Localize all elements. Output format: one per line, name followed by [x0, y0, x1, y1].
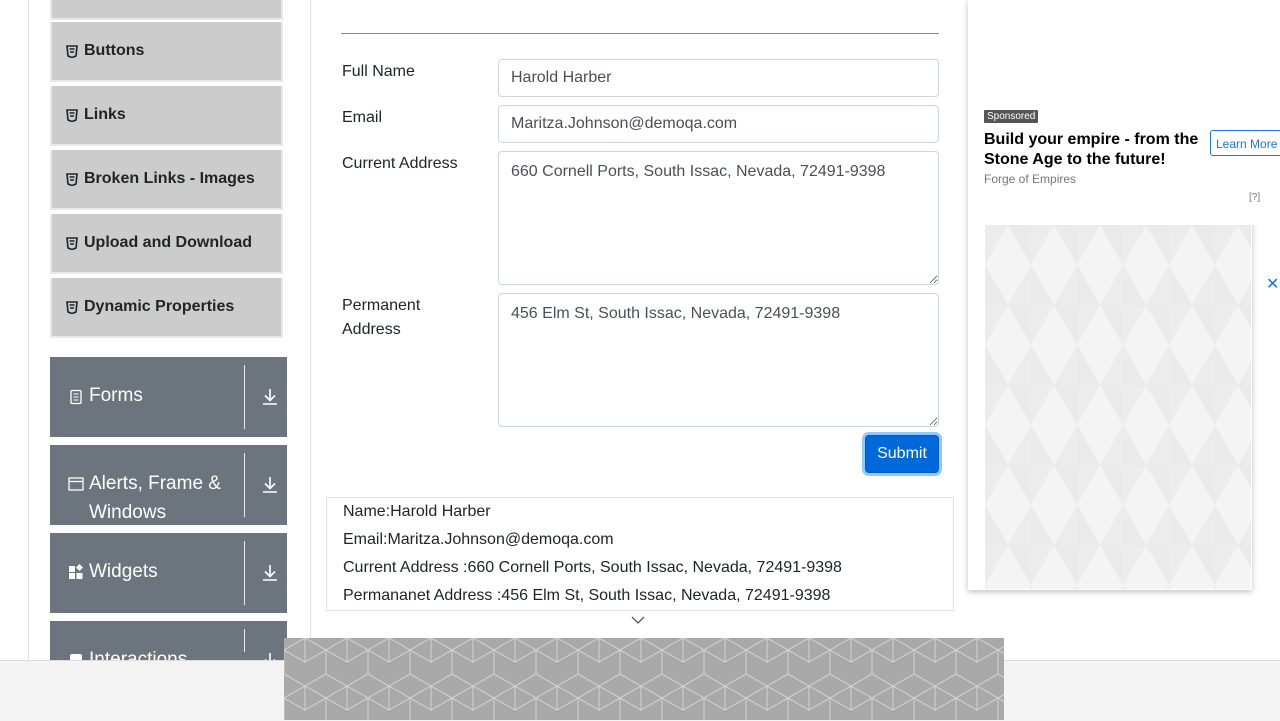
- document-icon: [68, 389, 84, 405]
- output-permanent-address: Permananet Address :456 Elm St, South Is…: [343, 587, 831, 604]
- download-icon[interactable]: [261, 387, 279, 407]
- sidebar-group-widgets[interactable]: Widgets: [50, 533, 287, 613]
- window-icon: [68, 476, 84, 492]
- close-icon[interactable]: ✕: [1266, 274, 1279, 294]
- ad-title[interactable]: Build your empire - from the Stone Age t…: [984, 130, 1204, 170]
- group-separator: [244, 541, 245, 605]
- sponsored-badge: Sponsored: [984, 110, 1039, 123]
- permanent-address-label-line1: Permanent: [342, 297, 421, 314]
- sidebar-group-forms[interactable]: Forms: [50, 357, 287, 437]
- sidebar-item-broken-links[interactable]: Broken Links - Images: [50, 150, 283, 210]
- sidebar-item-label: Upload and Download: [84, 234, 252, 251]
- sidebar-item-links[interactable]: Links: [50, 86, 283, 146]
- output-current-address: Current Address :660 Cornell Ports, Sout…: [343, 559, 842, 576]
- full-name-input[interactable]: [498, 59, 939, 97]
- group-label: Interactions: [89, 649, 188, 660]
- html5-icon: [66, 44, 78, 58]
- page-gutter-line: [28, 0, 29, 660]
- hex-pattern-image: [284, 638, 1004, 720]
- sidebar-group-interactions[interactable]: Interactions: [50, 621, 287, 660]
- ad-help-link[interactable]: [?]: [1249, 192, 1260, 203]
- group-label: Alerts, Frame &: [89, 473, 221, 494]
- full-name-label: Full Name: [342, 63, 415, 80]
- sidebar-item-dynamic-properties[interactable]: Dynamic Properties: [50, 278, 283, 338]
- group-separator: [244, 365, 245, 429]
- html5-icon: [66, 236, 78, 250]
- output-name: Name:Harold Harber: [343, 503, 491, 520]
- html5-icon: [66, 108, 78, 122]
- ad-background-pattern: [985, 225, 1251, 589]
- sidebar-divider: [310, 0, 311, 660]
- widgets-icon: [68, 563, 84, 580]
- email-input[interactable]: [498, 105, 939, 143]
- ad-source: Forge of Empires: [984, 172, 1077, 186]
- group-label-line2: Windows: [89, 502, 167, 523]
- group-label: Forms: [89, 385, 143, 406]
- group-label: Widgets: [89, 561, 158, 582]
- download-icon[interactable]: [261, 651, 279, 660]
- output-email: Email:Maritza.Johnson@demoqa.com: [343, 531, 614, 548]
- group-separator: [244, 453, 245, 517]
- permanent-address-textarea[interactable]: 456 Elm St, South Issac, Nevada, 72491-9…: [498, 293, 939, 427]
- sidebar-group-alerts[interactable]: Alerts, Frame & Windows: [50, 445, 287, 525]
- sidebar-item-label: Links: [84, 106, 126, 123]
- download-icon[interactable]: [261, 475, 279, 495]
- submit-button[interactable]: Submit: [865, 435, 939, 473]
- sidebar-item-label: Dynamic Properties: [84, 298, 235, 315]
- permanent-address-label: Permanent Address: [342, 294, 420, 342]
- sidebar-item-label: Broken Links - Images: [84, 170, 255, 187]
- form-header-divider: [341, 33, 939, 34]
- sidebar-item-label: Buttons: [84, 42, 145, 59]
- bottom-ad-banner[interactable]: [284, 638, 1004, 720]
- html5-icon: [66, 172, 78, 186]
- sidebar-item-upload-download[interactable]: Upload and Download: [50, 214, 283, 274]
- email-label: Email: [342, 109, 383, 126]
- permanent-address-label-line2: Address: [342, 321, 401, 338]
- chevron-down-icon[interactable]: [630, 613, 646, 625]
- interactions-icon: [68, 652, 84, 660]
- current-address-textarea[interactable]: 660 Cornell Ports, South Issac, Nevada, …: [498, 151, 939, 285]
- group-separator: [244, 629, 245, 652]
- download-icon[interactable]: [261, 563, 279, 583]
- current-address-label: Current Address: [342, 155, 458, 172]
- learn-more-button[interactable]: Learn More: [1210, 130, 1280, 156]
- output-box: Name:Harold Harber Email:Maritza.Johnson…: [326, 497, 954, 611]
- sidebar-item-buttons[interactable]: Buttons: [50, 22, 283, 82]
- sidebar-item-previous[interactable]: [50, 0, 283, 20]
- html5-icon: [66, 300, 78, 314]
